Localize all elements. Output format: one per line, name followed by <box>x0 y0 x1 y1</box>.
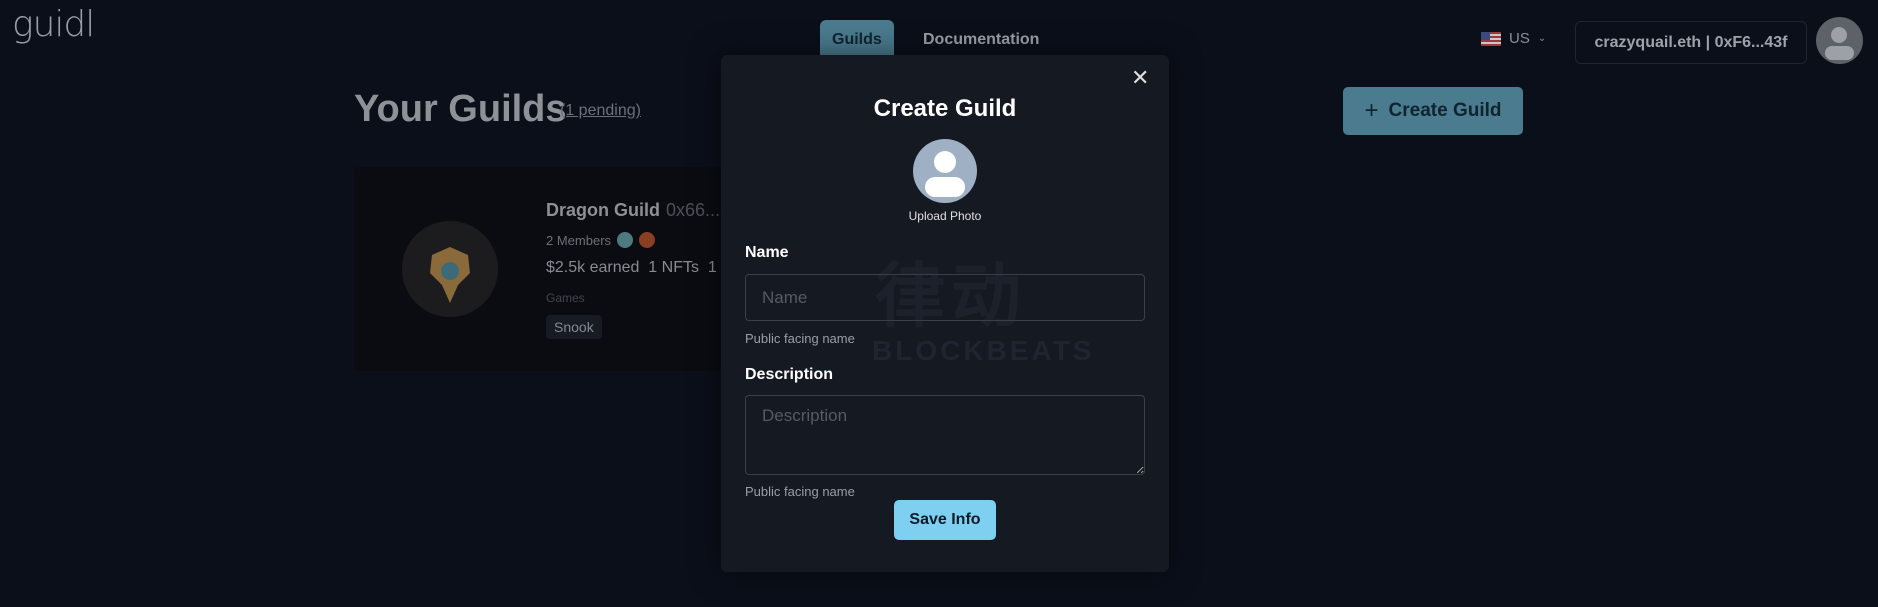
guild-name[interactable]: Dragon Guild 0x66...C <box>546 200 733 221</box>
name-input[interactable] <box>745 274 1145 321</box>
wallet-button[interactable]: crazyquail.eth | 0xF6...43f <box>1575 21 1807 64</box>
name-help: Public facing name <box>745 331 855 346</box>
watermark-text: BLOCKBEATS <box>872 335 1095 366</box>
guild-stats: $2.5k earned 1 NFTs 1 C <box>546 259 733 276</box>
guild-logo <box>402 221 498 317</box>
us-flag-icon <box>1481 31 1501 46</box>
save-info-button[interactable]: Save Info <box>894 500 996 540</box>
upload-photo-label[interactable]: Upload Photo <box>721 209 1169 223</box>
member-avatar <box>617 232 634 248</box>
upload-photo-avatar[interactable] <box>913 139 977 203</box>
chevron-down-icon: ⌄ <box>1537 33 1547 44</box>
name-label: Name <box>745 244 789 261</box>
language-label: US <box>1509 30 1530 47</box>
modal-title: Create Guild <box>873 95 1017 122</box>
tab-documentation[interactable]: Documentation <box>911 20 1051 56</box>
description-label: Description <box>745 366 834 383</box>
user-avatar[interactable] <box>1816 17 1863 64</box>
language-selector[interactable]: US ⌄ <box>1481 30 1546 47</box>
plus-icon: + <box>1364 97 1379 124</box>
guidl-logo[interactable]: guidl <box>12 4 95 45</box>
create-guild-label: Create Guild <box>1388 100 1502 121</box>
create-guild-button[interactable]: + Create Guild <box>1343 87 1523 135</box>
close-icon[interactable]: ✕ <box>1131 67 1149 89</box>
member-avatar <box>639 232 656 248</box>
guild-category: Games <box>546 291 585 305</box>
pending-link[interactable]: (1 pending) <box>560 102 641 120</box>
description-input[interactable] <box>745 395 1145 475</box>
description-help: Public facing name <box>745 484 855 499</box>
page-title: Your Guilds <box>354 88 567 130</box>
guild-members: 2 Members <box>546 232 656 248</box>
tab-guilds[interactable]: Guilds <box>820 20 894 56</box>
guild-tag: Snook <box>546 315 602 339</box>
